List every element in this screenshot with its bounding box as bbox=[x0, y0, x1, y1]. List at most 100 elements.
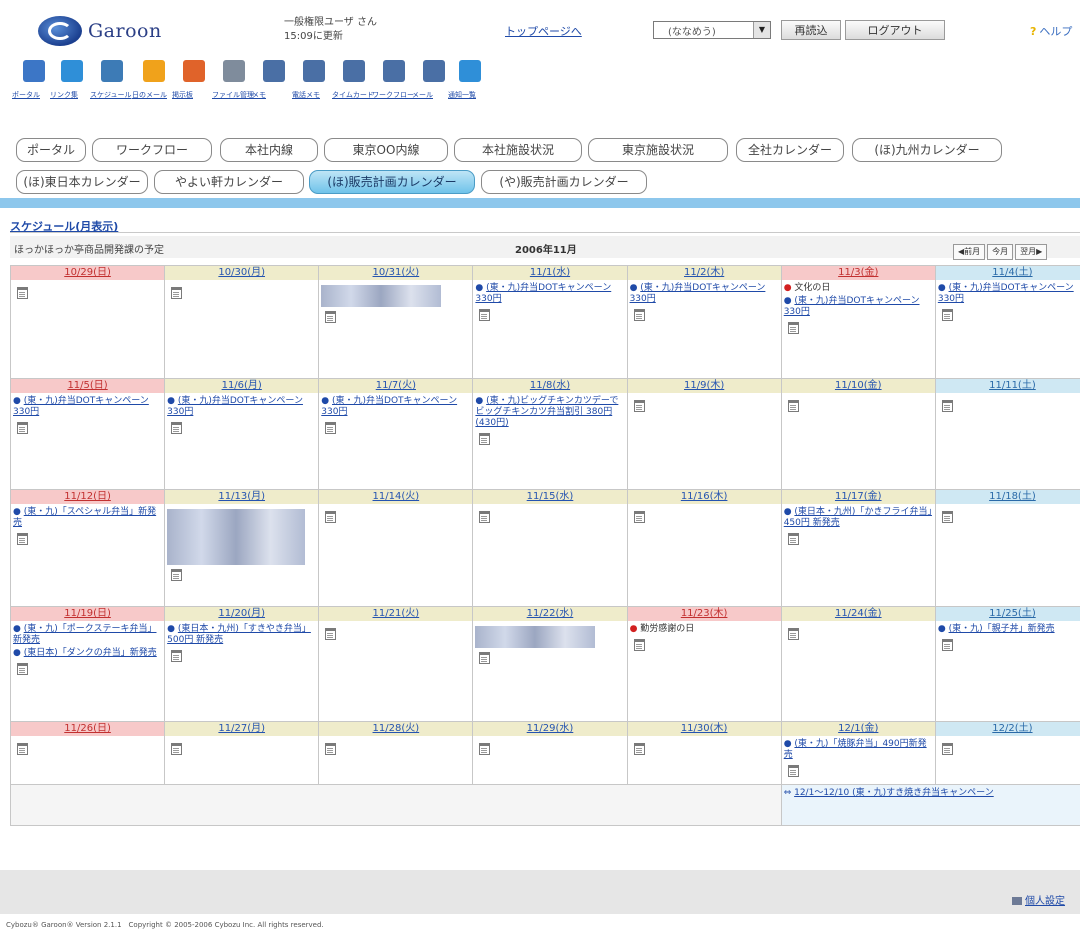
toolbar-item-schedule[interactable]: スケジュール bbox=[90, 60, 134, 100]
day-header-link[interactable]: 11/5(日) bbox=[11, 379, 164, 393]
add-schedule-icon[interactable] bbox=[479, 652, 491, 664]
calendar-day[interactable]: 11/7(火) ● (東・九)弁当DOTキャンペーン 330円 bbox=[318, 378, 474, 490]
day-header-link[interactable]: 11/18(土) bbox=[936, 490, 1080, 504]
calendar-day[interactable]: 11/21(火) bbox=[318, 606, 474, 722]
day-header-link[interactable]: 11/12(日) bbox=[11, 490, 164, 504]
logout-button[interactable]: ログアウト bbox=[845, 20, 945, 40]
event-link[interactable]: ● (東・九)ビッグチキンカツデーでビッグチキンカツ弁当割引 380円(430円… bbox=[475, 396, 624, 429]
event-link[interactable]: ● (東・九)弁当DOTキャンペーン 330円 bbox=[13, 396, 162, 418]
tab-row2-1[interactable]: やよい軒カレンダー bbox=[154, 170, 304, 194]
calendar-day[interactable]: 11/14(火) bbox=[318, 489, 474, 607]
day-header-link[interactable]: 11/26(日) bbox=[11, 722, 164, 736]
add-schedule-icon[interactable] bbox=[325, 311, 337, 323]
toolbar-item-file[interactable]: ファイル管理 bbox=[212, 60, 256, 100]
calendar-day[interactable]: 11/13(月) bbox=[164, 489, 320, 607]
event-link[interactable]: ● (東・九)「ポークステーキ弁当」新発売 bbox=[13, 624, 162, 646]
toolbar-item-memo[interactable]: 日のメール bbox=[132, 60, 176, 100]
calendar-day[interactable]: 11/15(水) bbox=[472, 489, 628, 607]
day-header-link[interactable]: 12/1(金) bbox=[782, 722, 935, 736]
day-header-link[interactable]: 11/6(月) bbox=[165, 379, 318, 393]
calendar-day[interactable]: 10/29(日) bbox=[9, 265, 166, 379]
garoon-logo[interactable]: Garoon bbox=[38, 14, 178, 48]
event-link[interactable]: ● (東・九)弁当DOTキャンペーン 330円 bbox=[167, 396, 316, 418]
event-link[interactable]: ● (東日本)「ダンクの弁当」新発売 bbox=[13, 648, 162, 659]
calendar-day[interactable]: 11/26(日) bbox=[9, 721, 166, 785]
multi-day-event-link[interactable]: ⇔ 12/1〜12/10 (東・九)すき焼き弁当キャンペーン bbox=[782, 786, 1080, 803]
calendar-day[interactable]: 11/28(火) bbox=[318, 721, 474, 785]
toolbar-item-workflow[interactable]: ワークフロー bbox=[372, 60, 416, 100]
add-schedule-icon[interactable] bbox=[787, 400, 799, 412]
event-link[interactable]: ● (東・九)「親子丼」新発売 bbox=[938, 624, 1080, 635]
event-link[interactable]: ● (東日本・九州)「かきフライ弁当」450円 新発売 bbox=[784, 507, 933, 529]
tab-row1-7[interactable]: (ほ)九州カレンダー bbox=[852, 138, 1002, 162]
toolbar-item-memo-note[interactable]: メモ bbox=[252, 60, 296, 100]
day-header-link[interactable]: 11/7(火) bbox=[319, 379, 472, 393]
calendar-day[interactable]: 10/31(火) bbox=[318, 265, 474, 379]
add-schedule-icon[interactable] bbox=[787, 322, 799, 334]
calendar-day[interactable]: 11/19(日) ● (東・九)「ポークステーキ弁当」新発売 ● (東日本)「ダンク… bbox=[9, 606, 166, 722]
event-link[interactable]: ● (東・九)「スペシャル弁当」新発売 bbox=[13, 507, 162, 529]
add-schedule-icon[interactable] bbox=[479, 511, 491, 523]
day-header-link[interactable]: 11/29(水) bbox=[473, 722, 627, 736]
calendar-day[interactable]: 11/17(金) ● (東日本・九州)「かきフライ弁当」450円 新発売 bbox=[780, 489, 936, 607]
top-page-link[interactable]: トップページへ bbox=[505, 23, 582, 39]
add-schedule-icon[interactable] bbox=[941, 511, 953, 523]
add-schedule-icon[interactable] bbox=[17, 287, 28, 299]
day-header-link[interactable]: 11/8(水) bbox=[473, 379, 627, 393]
reload-button[interactable]: 再読込 bbox=[781, 20, 841, 40]
day-header-link[interactable]: 11/4(土) bbox=[936, 266, 1080, 280]
dropdown-arrow-icon[interactable]: ▼ bbox=[753, 22, 770, 38]
add-schedule-icon[interactable] bbox=[325, 422, 337, 434]
calendar-day[interactable]: 12/1(金) ● (東・九)「焼豚弁当」490円新発売 bbox=[780, 721, 936, 785]
add-schedule-icon[interactable] bbox=[633, 639, 645, 651]
calendar-day[interactable]: 11/22(水) bbox=[472, 606, 628, 722]
add-schedule-icon[interactable] bbox=[171, 569, 183, 581]
calendar-day[interactable]: 11/16(木) bbox=[626, 489, 782, 607]
add-schedule-icon[interactable] bbox=[325, 511, 337, 523]
toolbar-item-phone-memo[interactable]: 電話メモ bbox=[292, 60, 336, 100]
add-schedule-icon[interactable] bbox=[479, 309, 491, 321]
tab-row2-2[interactable]: (ほ)販売計画カレンダー bbox=[309, 170, 475, 194]
day-header-link[interactable]: 11/24(金) bbox=[782, 607, 935, 621]
calendar-day[interactable]: 11/8(水) ● (東・九)ビッグチキンカツデーでビッグチキンカツ弁当割引 38… bbox=[472, 378, 628, 490]
calendar-day[interactable]: 10/30(月) bbox=[164, 265, 320, 379]
calendar-day[interactable]: 11/10(金) bbox=[780, 378, 936, 490]
add-schedule-icon[interactable] bbox=[325, 628, 337, 640]
calendar-day[interactable]: 11/25(土) ● (東・九)「親子丼」新発売 bbox=[934, 606, 1080, 722]
tab-row2-0[interactable]: (ほ)東日本カレンダー bbox=[16, 170, 148, 194]
day-header-link[interactable]: 11/3(金) bbox=[782, 266, 935, 280]
tab-row2-3[interactable]: (や)販売計画カレンダー bbox=[481, 170, 647, 194]
add-schedule-icon[interactable] bbox=[171, 743, 183, 755]
event-link[interactable]: ● (東・九)弁当DOTキャンペーン 330円 bbox=[784, 296, 933, 318]
day-header-link[interactable]: 11/13(月) bbox=[165, 490, 318, 504]
day-header-link[interactable]: 10/31(火) bbox=[319, 266, 472, 280]
add-schedule-icon[interactable] bbox=[171, 422, 183, 434]
add-schedule-icon[interactable] bbox=[479, 433, 491, 445]
tab-row1-6[interactable]: 全社カレンダー bbox=[736, 138, 844, 162]
tab-row1-3[interactable]: 東京OO内線 bbox=[324, 138, 448, 162]
add-schedule-icon[interactable] bbox=[787, 533, 799, 545]
add-schedule-icon[interactable] bbox=[787, 765, 799, 777]
event-link[interactable]: ● (東日本・九州)「すきやき弁当」500円 新発売 bbox=[167, 624, 316, 646]
add-schedule-icon[interactable] bbox=[941, 743, 953, 755]
calendar-day[interactable]: 11/2(木) ● (東・九)弁当DOTキャンペーン 330円 bbox=[626, 265, 782, 379]
calendar-day[interactable]: 11/4(土) ● (東・九)弁当DOTキャンペーン 330円 bbox=[934, 265, 1080, 379]
tab-row1-4[interactable]: 本社施設状況 bbox=[454, 138, 582, 162]
calendar-day[interactable]: 11/9(木) bbox=[626, 378, 782, 490]
tab-row1-1[interactable]: ワークフロー bbox=[92, 138, 212, 162]
toolbar-item-notice[interactable]: 通知一覧 bbox=[448, 60, 492, 100]
day-header-link[interactable]: 11/23(木) bbox=[628, 607, 781, 621]
day-header-link[interactable]: 11/11(土) bbox=[936, 379, 1080, 393]
this-month-button[interactable]: 今月 bbox=[987, 244, 1014, 260]
day-header-link[interactable]: 12/2(土) bbox=[936, 722, 1080, 736]
toolbar-item-timecard[interactable]: タイムカード bbox=[332, 60, 376, 100]
day-header-link[interactable]: 11/25(土) bbox=[936, 607, 1080, 621]
calendar-day[interactable]: 11/30(木) bbox=[626, 721, 782, 785]
calendar-day[interactable]: 11/1(水) ● (東・九)弁当DOTキャンペーン 330円 bbox=[472, 265, 628, 379]
add-schedule-icon[interactable] bbox=[633, 309, 645, 321]
day-header-link[interactable]: 11/2(木) bbox=[628, 266, 781, 280]
calendar-day[interactable]: 11/20(月) ● (東日本・九州)「すきやき弁当」500円 新発売 bbox=[164, 606, 320, 722]
day-header-link[interactable]: 11/15(水) bbox=[473, 490, 627, 504]
tab-row1-2[interactable]: 本社内線 bbox=[220, 138, 318, 162]
add-schedule-icon[interactable] bbox=[325, 743, 337, 755]
